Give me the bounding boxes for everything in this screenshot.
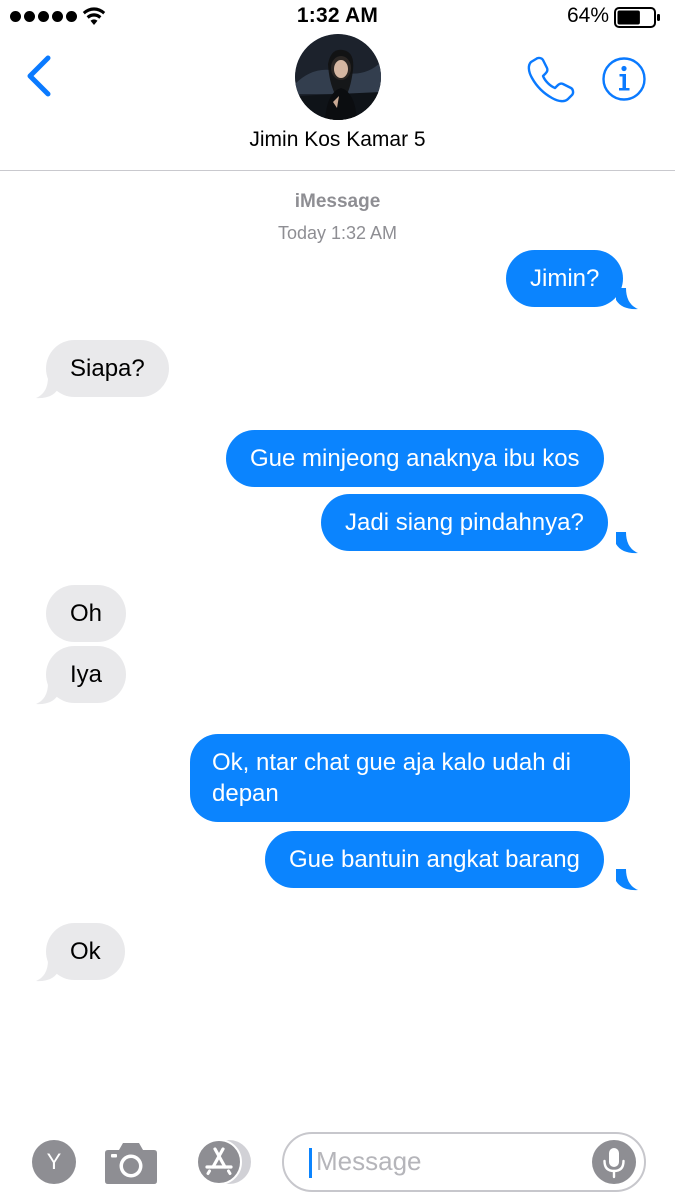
phone-icon[interactable] bbox=[526, 54, 576, 104]
microphone-icon[interactable] bbox=[592, 1140, 636, 1184]
conversation-header: Jimin Kos Kamar 5 bbox=[0, 34, 675, 171]
status-bar: 1:32 AM 64% bbox=[0, 0, 675, 34]
contact-name[interactable]: Jimin Kos Kamar 5 bbox=[0, 128, 675, 152]
message-bubble-outgoing[interactable]: Jadi siang pindahnya? bbox=[321, 494, 608, 551]
message-placeholder: Message bbox=[316, 1146, 422, 1176]
bubble-tail bbox=[616, 532, 638, 554]
message-bubble-outgoing[interactable]: Gue minjeong anaknya ibu kos bbox=[226, 430, 604, 487]
message-input[interactable]: Message bbox=[282, 1132, 646, 1192]
service-label: iMessage bbox=[294, 191, 381, 212]
message-bubble-outgoing[interactable]: Jimin? bbox=[506, 250, 624, 307]
conversation-timestamp: Today 1:32 AM bbox=[277, 223, 398, 243]
bubble-tail bbox=[36, 960, 58, 982]
message-bubble-outgoing[interactable]: Gue bantuin angkat barang bbox=[265, 831, 604, 888]
bubble-tail bbox=[36, 377, 58, 399]
app-store-icon[interactable] bbox=[192, 1138, 254, 1186]
back-chevron-icon[interactable] bbox=[22, 54, 58, 98]
message-bubble-incoming[interactable]: Siapa? bbox=[46, 340, 169, 397]
bubble-tail bbox=[616, 869, 638, 891]
info-icon[interactable] bbox=[601, 56, 647, 102]
battery-icon bbox=[614, 7, 660, 28]
message-bubble-outgoing[interactable]: Ok, ntar chat gue aja kalo udah di depan bbox=[190, 734, 630, 822]
message-bubble-incoming[interactable]: Iya bbox=[46, 646, 127, 703]
text-caret bbox=[309, 1148, 312, 1178]
contact-avatar[interactable] bbox=[295, 34, 381, 120]
messages-screen: 1:32 AM 64% Jimin Kos Kamar 5 iMessage T… bbox=[0, 0, 675, 1200]
app-drawer-button[interactable]: Y bbox=[32, 1140, 76, 1184]
battery-percentage: 64% bbox=[566, 4, 609, 27]
bubble-tail bbox=[616, 288, 638, 310]
message-bubble-incoming[interactable]: Oh bbox=[46, 585, 127, 642]
compose-bar: Y Message bbox=[0, 1124, 675, 1200]
camera-icon[interactable] bbox=[104, 1138, 158, 1186]
bubble-tail bbox=[36, 683, 58, 705]
